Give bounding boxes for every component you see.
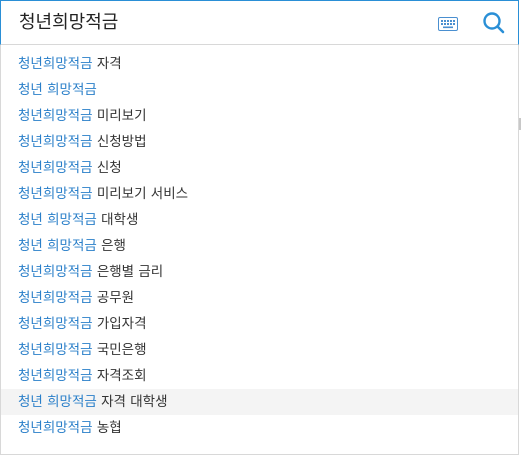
suggestion-match-text: 청년희망적금 bbox=[18, 186, 93, 202]
keyboard-icon[interactable] bbox=[438, 16, 458, 31]
suggestion-item[interactable]: 청년희망적금 자격 bbox=[1, 51, 518, 77]
suggestion-item[interactable]: 청년 희망적금 대학생 bbox=[1, 207, 518, 233]
suggestion-match-text: 청년희망적금 bbox=[18, 342, 93, 358]
suggestion-match-text: 청년희망적금 bbox=[18, 420, 93, 436]
suggestion-item[interactable]: 청년 희망적금 자격 대학생 bbox=[1, 389, 518, 415]
suggestion-match-text: 청년희망적금 bbox=[18, 316, 93, 332]
suggestion-rest-text: 은행별 금리 bbox=[92, 264, 164, 280]
suggestion-rest-text: 자격 bbox=[92, 56, 122, 72]
suggestion-item[interactable]: 청년희망적금 농협 bbox=[1, 415, 518, 441]
suggestion-match-text: 청년 희망적금 bbox=[18, 82, 97, 98]
suggestion-item[interactable]: 청년희망적금 신청방법 bbox=[1, 129, 518, 155]
search-button[interactable] bbox=[481, 10, 507, 36]
suggestion-rest-text: 신청방법 bbox=[92, 134, 147, 150]
suggestion-rest-text: 자격 대학생 bbox=[96, 394, 168, 410]
suggestion-rest-text: 국민은행 bbox=[92, 342, 147, 358]
suggestion-match-text: 청년희망적금 bbox=[18, 160, 93, 176]
suggestion-match-text: 청년 희망적금 bbox=[18, 394, 97, 410]
magnifier-icon bbox=[483, 12, 505, 34]
suggestion-match-text: 청년희망적금 bbox=[18, 290, 93, 306]
suggestion-match-text: 청년 희망적금 bbox=[18, 212, 97, 228]
suggestion-item[interactable]: 청년 희망적금 은행 bbox=[1, 233, 518, 259]
suggestion-rest-text: 자격조회 bbox=[92, 368, 147, 384]
suggestion-rest-text: 농협 bbox=[92, 420, 122, 436]
suggestion-item[interactable]: 청년희망적금 국민은행 bbox=[1, 337, 518, 363]
suggestion-item[interactable]: 청년희망적금 자격조회 bbox=[1, 363, 518, 389]
suggestion-rest-text: 신청 bbox=[92, 160, 122, 176]
suggestion-item[interactable]: 청년희망적금 미리보기 bbox=[1, 103, 518, 129]
suggestion-rest-text: 대학생 bbox=[96, 212, 139, 228]
suggestion-item[interactable]: 청년희망적금 가입자격 bbox=[1, 311, 518, 337]
suggestion-item[interactable]: 청년희망적금 미리보기 서비스 bbox=[1, 181, 518, 207]
search-box bbox=[0, 0, 519, 45]
search-input[interactable] bbox=[19, 1, 419, 45]
suggestion-match-text: 청년희망적금 bbox=[18, 56, 93, 72]
suggestion-match-text: 청년희망적금 bbox=[18, 368, 93, 384]
suggestion-rest-text: 미리보기 bbox=[92, 108, 147, 124]
suggestion-item[interactable]: 청년희망적금 은행별 금리 bbox=[1, 259, 518, 285]
suggestion-item[interactable]: 청년 희망적금 bbox=[1, 77, 518, 103]
suggestion-rest-text: 미리보기 서비스 bbox=[92, 186, 189, 202]
suggestion-rest-text: 가입자격 bbox=[92, 316, 147, 332]
suggestion-match-text: 청년희망적금 bbox=[18, 134, 93, 150]
suggestion-item[interactable]: 청년희망적금 신청 bbox=[1, 155, 518, 181]
suggestion-match-text: 청년희망적금 bbox=[18, 108, 93, 124]
suggestion-rest-text: 은행 bbox=[96, 238, 126, 254]
suggestion-item[interactable]: 청년희망적금 공무원 bbox=[1, 285, 518, 311]
search-widget: 청년희망적금 자격청년 희망적금청년희망적금 미리보기청년희망적금 신청방법청년… bbox=[0, 0, 521, 459]
autocomplete-list: 청년희망적금 자격 청년 희망적금 청년희망적금 미리보기 청년희망적금 신청방법 청년… bbox=[0, 45, 519, 455]
suggestion-match-text: 청년희망적금 bbox=[18, 264, 93, 280]
suggestion-match-text: 청년 희망적금 bbox=[18, 238, 97, 254]
suggestion-rest-text: 공무원 bbox=[92, 290, 135, 306]
